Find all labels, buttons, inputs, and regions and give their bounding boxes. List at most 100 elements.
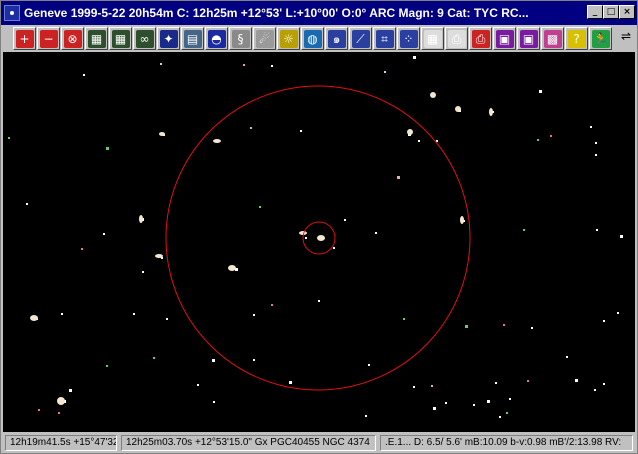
galaxy-marker — [30, 315, 38, 321]
help-button[interactable]: ? — [565, 27, 588, 50]
galaxy-button[interactable]: ๑ — [325, 27, 348, 50]
star — [473, 404, 475, 406]
star — [106, 147, 109, 150]
galaxy-marker — [489, 108, 493, 116]
title-bar[interactable]: Geneve 1999-5-22 20h54m C: 12h25m +12°53… — [1, 1, 637, 25]
star — [499, 416, 501, 418]
sky-chart-view[interactable] — [3, 52, 635, 432]
film-strip-button[interactable]: ▦ — [85, 27, 108, 50]
film-strip-icon: ▦ — [87, 29, 106, 48]
star — [509, 398, 511, 400]
save-disk-button[interactable]: ▣ — [493, 27, 516, 50]
star — [69, 389, 72, 392]
star — [333, 247, 335, 249]
star — [436, 140, 438, 142]
galaxy-marker — [159, 132, 165, 136]
star — [445, 402, 447, 404]
link-button[interactable]: § — [229, 27, 252, 50]
film-strip-alt-button[interactable]: ▦ — [109, 27, 132, 50]
application-window: Geneve 1999-5-22 20h54m C: 12h25m +12°53… — [0, 0, 638, 454]
color-dots-button[interactable]: ⁘ — [397, 27, 420, 50]
galaxy-marker — [228, 265, 236, 271]
star — [58, 412, 60, 414]
star — [103, 233, 105, 235]
star — [384, 71, 386, 73]
lightbulb-icon: ☼ — [279, 29, 298, 48]
palette-button[interactable]: ▩ — [541, 27, 564, 50]
printer-icon: ⎙ — [447, 29, 466, 48]
binoculars-button[interactable]: ∞ — [133, 27, 156, 50]
dome-icon: ◓ — [207, 29, 226, 48]
star — [26, 203, 28, 205]
star — [397, 176, 400, 179]
close-button[interactable]: × — [619, 5, 635, 19]
star — [495, 382, 497, 384]
star — [527, 380, 529, 382]
star — [465, 325, 468, 328]
star — [368, 364, 370, 366]
starfield-icon: ✦ — [159, 29, 178, 48]
star — [418, 140, 420, 142]
star — [503, 324, 505, 326]
save-disk-icon: ▣ — [495, 29, 514, 48]
exit-running-man-button[interactable]: 🏃 — [589, 27, 612, 50]
lightbulb-button[interactable]: ☼ — [277, 27, 300, 50]
grid-icon: ▤ — [183, 29, 202, 48]
star — [403, 318, 405, 320]
galaxy-markers — [30, 92, 493, 405]
star — [596, 229, 598, 231]
star — [38, 409, 40, 411]
object-details: .E.1... D: 6.5/ 5.6' mB:10.09 b-v:0.98 m… — [380, 435, 633, 451]
telescope-icon: ⟋ — [351, 29, 370, 48]
help-icon: ? — [567, 29, 586, 48]
starfield-button[interactable]: ✦ — [157, 27, 180, 50]
sky-chart[interactable] — [3, 52, 635, 432]
star — [300, 130, 302, 132]
earth-globe-icon: ◍ — [303, 29, 322, 48]
star — [142, 271, 144, 273]
star — [506, 412, 508, 414]
dome-button[interactable]: ◓ — [205, 27, 228, 50]
galaxy-icon: ๑ — [327, 29, 346, 48]
star — [433, 407, 436, 410]
calendar-button[interactable]: ▦ — [421, 27, 444, 50]
star — [253, 314, 255, 316]
star — [595, 142, 597, 144]
star — [166, 318, 168, 320]
maximize-button[interactable]: □ — [603, 5, 619, 19]
star — [620, 235, 623, 238]
save-disk-alt-button[interactable]: ▣ — [517, 27, 540, 50]
print-color-icon: ⎙ — [471, 29, 490, 48]
grid-button[interactable]: ▤ — [181, 27, 204, 50]
zoom-reset-button[interactable]: ⊗ — [61, 27, 84, 50]
minimize-button[interactable]: _ — [587, 5, 603, 19]
star — [61, 313, 63, 315]
window-title: Geneve 1999-5-22 20h54m C: 12h25m +12°53… — [24, 6, 529, 20]
telescope-button[interactable]: ⟋ — [349, 27, 372, 50]
comet-button[interactable]: ☄ — [253, 27, 276, 50]
earth-globe-button[interactable]: ◍ — [301, 27, 324, 50]
cursor-coordinates: 12h19m41.5s +15°47'32" — [5, 435, 117, 451]
star — [531, 327, 533, 329]
star — [566, 356, 568, 358]
printer-button[interactable]: ⎙ — [445, 27, 468, 50]
star — [550, 135, 552, 137]
zoom-in-button[interactable]: + — [13, 27, 36, 50]
coordinate-grid-icon: ⌗ — [375, 29, 394, 48]
toolbar-overflow-icon[interactable]: ⇌ — [621, 29, 631, 47]
link-icon: § — [231, 29, 250, 48]
star — [197, 384, 199, 386]
app-icon[interactable] — [4, 5, 20, 21]
star — [537, 139, 539, 141]
star — [133, 313, 135, 315]
film-strip-alt-icon: ▦ — [111, 29, 130, 48]
star — [289, 381, 292, 384]
zoom-out-button[interactable]: − — [37, 27, 60, 50]
star — [539, 90, 542, 93]
star — [365, 415, 367, 417]
coordinate-grid-button[interactable]: ⌗ — [373, 27, 396, 50]
star — [106, 365, 108, 367]
star — [250, 127, 252, 129]
print-color-button[interactable]: ⎙ — [469, 27, 492, 50]
save-disk-alt-icon: ▣ — [519, 29, 538, 48]
